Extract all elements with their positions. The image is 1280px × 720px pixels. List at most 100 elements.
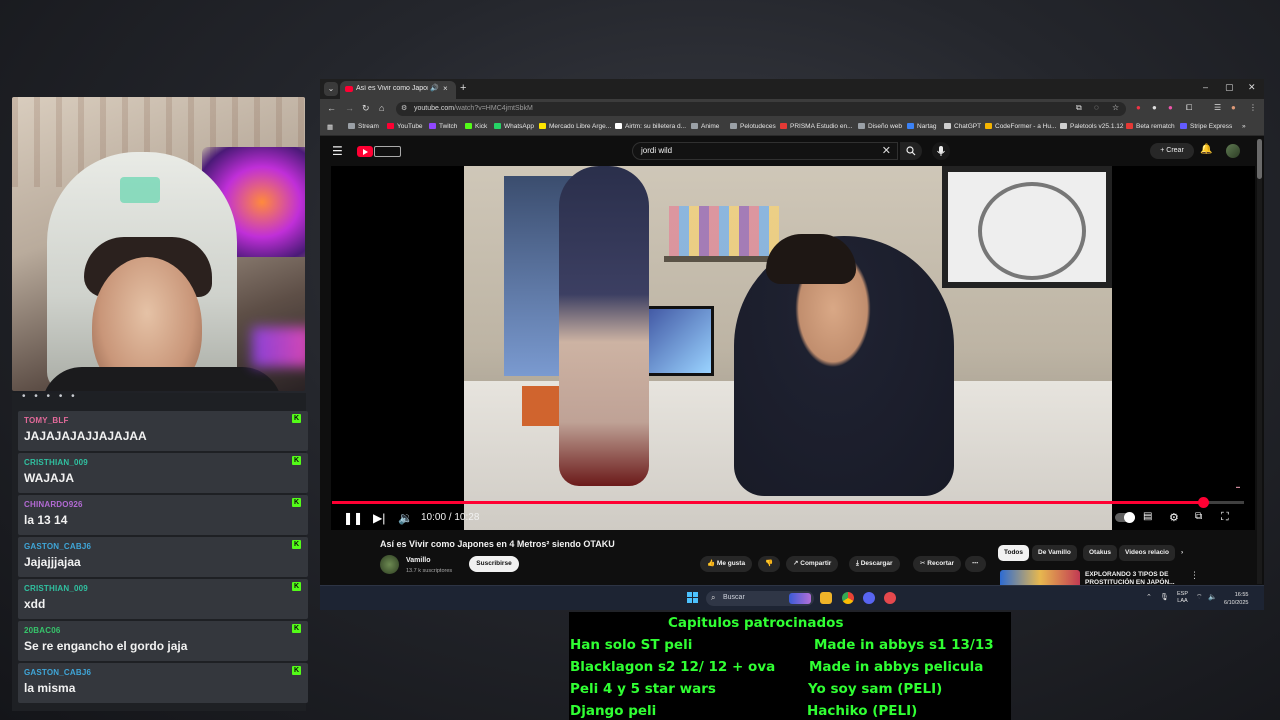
bookmark-item[interactable]: Kick	[465, 123, 487, 130]
bookmark-item[interactable]: PRISMA Estudio en...	[780, 123, 853, 130]
bookmark-label: YouTube	[397, 123, 423, 130]
minimize-button[interactable]: –	[1203, 82, 1208, 92]
home-icon[interactable]: ⌂	[379, 103, 384, 113]
chip-otakus[interactable]: Otakus	[1083, 545, 1118, 561]
bookmark-item[interactable]: Beta rematch	[1126, 123, 1175, 130]
speaker-icon[interactable]: 🔈	[1208, 593, 1217, 601]
bookmark-star-icon[interactable]: ☆	[1112, 103, 1119, 112]
chrome-icon[interactable]	[842, 592, 854, 604]
page-scrollbar[interactable]	[1257, 139, 1262, 584]
fullscreen-icon[interactable]: ⛶	[1221, 511, 1229, 524]
progress-scrubber[interactable]	[1197, 497, 1209, 508]
site-info-icon[interactable]: ⚙	[401, 104, 407, 112]
search-icon: ⌕	[711, 593, 716, 602]
bookmark-item[interactable]: YouTube	[387, 123, 423, 130]
bookmark-item[interactable]: Pelotudeces	[730, 123, 776, 130]
language-indicator[interactable]: ESP LAA	[1177, 591, 1188, 605]
bookmark-item[interactable]: Stream	[348, 123, 379, 130]
bookmark-item[interactable]: WhatsApp	[494, 123, 534, 130]
recommendation-menu-icon[interactable]: ⋮	[1190, 570, 1199, 581]
chip-all[interactable]: Todos	[998, 545, 1030, 561]
subscribe-button[interactable]: Suscribirse	[469, 556, 519, 572]
browser-tab[interactable]: Así es Vivir como Japones e 🔊 ×	[340, 81, 456, 99]
volume-icon[interactable]: 🔉	[398, 511, 413, 525]
close-window-button[interactable]: ✕	[1248, 82, 1256, 93]
discord-icon[interactable]	[863, 592, 875, 604]
bookmark-item[interactable]: Mercado Libre Arge...	[539, 123, 611, 130]
create-button[interactable]: + Crear	[1150, 143, 1194, 159]
pause-icon[interactable]: ❚❚	[343, 511, 363, 525]
new-tab-button[interactable]: +	[460, 82, 466, 94]
forward-button[interactable]: →	[345, 103, 354, 113]
bookmark-item[interactable]: Airtm: su billetera d...	[615, 123, 686, 130]
back-button[interactable]: ←	[327, 103, 336, 113]
microphone-tray-icon[interactable]: 🎙	[1160, 593, 1169, 601]
bookmark-item[interactable]: Nartag	[907, 123, 937, 130]
extension-icon[interactable]: ●	[1152, 103, 1157, 112]
clear-search-icon[interactable]: ✕	[882, 144, 891, 157]
chip-related[interactable]: Videos relacio	[1119, 545, 1175, 561]
settings-gear-icon[interactable]: ⚙	[1169, 511, 1179, 524]
chip-from-channel[interactable]: De Vamillo	[1032, 545, 1077, 561]
youtube-header: ☰ jordi wild ✕ + Crear 🔔	[320, 136, 1264, 166]
extension-icon[interactable]: ●	[1168, 103, 1173, 112]
tab-audio-icon[interactable]: 🔊	[430, 84, 439, 92]
dislike-button[interactable]: 👎	[758, 556, 781, 572]
bookmark-item[interactable]: Stripe Express	[1180, 123, 1232, 130]
bookmark-label: Kick	[475, 123, 488, 130]
voice-search-button[interactable]	[932, 142, 950, 160]
maximize-button[interactable]: ▢	[1225, 82, 1234, 93]
taskbar-search[interactable]: ⌕ Buscar	[706, 591, 814, 606]
channel-avatar[interactable]	[380, 555, 399, 574]
menu-icon[interactable]: ☰	[332, 144, 343, 158]
file-explorer-icon[interactable]	[820, 592, 832, 604]
tray-expand-icon[interactable]: ⌃	[1146, 593, 1152, 601]
next-icon[interactable]: ▶|	[373, 511, 385, 525]
windows-start-icon[interactable]	[687, 592, 699, 604]
bookmark-item[interactable]: CodeFormer - a Hu...	[985, 123, 1056, 130]
search-button[interactable]	[900, 142, 922, 160]
more-actions-button[interactable]: ⋯	[965, 556, 986, 572]
channel-name[interactable]: Vamillo	[406, 557, 431, 564]
progress-bar[interactable]	[332, 497, 1244, 508]
apps-grid-icon[interactable]: ▦	[327, 123, 333, 131]
miniplayer-icon[interactable]: ⧉	[1195, 511, 1202, 522]
bookmark-item[interactable]: Anime	[691, 123, 719, 130]
scene-anime-figure	[559, 166, 649, 486]
rematch-icon	[1126, 123, 1133, 129]
account-avatar[interactable]	[1226, 144, 1240, 158]
chips-next-icon[interactable]: ›	[1175, 545, 1189, 561]
search-input[interactable]: jordi wild ✕	[632, 142, 898, 160]
youtube-logo-wordmark[interactable]	[374, 146, 401, 157]
install-app-icon[interactable]: ⧉	[1076, 103, 1082, 113]
like-button[interactable]: 👍 Me gusta	[700, 556, 753, 572]
system-clock[interactable]: 16:55 6/10/2025	[1224, 591, 1248, 607]
tab-close-icon[interactable]: ×	[443, 84, 448, 93]
whatsapp-icon	[494, 123, 501, 129]
profile-avatar-icon[interactable]: ●	[1231, 103, 1236, 112]
bookmark-item[interactable]: Diseño web	[858, 123, 902, 130]
tab-search-button[interactable]: ⌄	[324, 82, 338, 96]
download-button[interactable]: ⤓ Descargar	[849, 556, 900, 572]
more-bookmarks-icon[interactable]: »	[1242, 123, 1246, 130]
bookmark-item[interactable]: ChatGPT	[944, 123, 981, 130]
wifi-icon[interactable]: ⌔	[1196, 593, 1203, 602]
reload-button[interactable]: ↻	[362, 103, 370, 114]
video-frame[interactable]	[464, 166, 1112, 530]
youtube-logo-icon[interactable]	[357, 146, 373, 157]
url-field[interactable]: ⚙ youtube.com/watch?v=HMC4jmtSbkM	[396, 102, 1126, 116]
hide-icon[interactable]: ◌	[1094, 103, 1099, 112]
captions-icon[interactable]: ▤	[1143, 511, 1152, 522]
clip-button[interactable]: ✂ Recortar	[913, 556, 961, 572]
notifications-bell-icon[interactable]: 🔔	[1200, 144, 1212, 155]
bookmark-item[interactable]: Twitch	[429, 123, 457, 130]
video-player[interactable]: ▬ ❚❚ ▶| 🔉 10:00 / 10:28 ▤ ⚙ ⧉ ⛶	[331, 166, 1255, 530]
browser-menu-icon[interactable]: ⋮	[1249, 103, 1257, 112]
bookmark-item[interactable]: Paletools v25.1.12	[1060, 123, 1123, 130]
extension-icon[interactable]: ●	[1136, 103, 1141, 112]
share-button[interactable]: ↗ Compartir	[786, 556, 839, 572]
sidebar-icon[interactable]: ☰	[1214, 103, 1221, 112]
extensions-puzzle-icon[interactable]: ⧠	[1186, 103, 1192, 113]
autoplay-toggle[interactable]	[1115, 512, 1135, 523]
obs-icon[interactable]	[884, 592, 896, 604]
